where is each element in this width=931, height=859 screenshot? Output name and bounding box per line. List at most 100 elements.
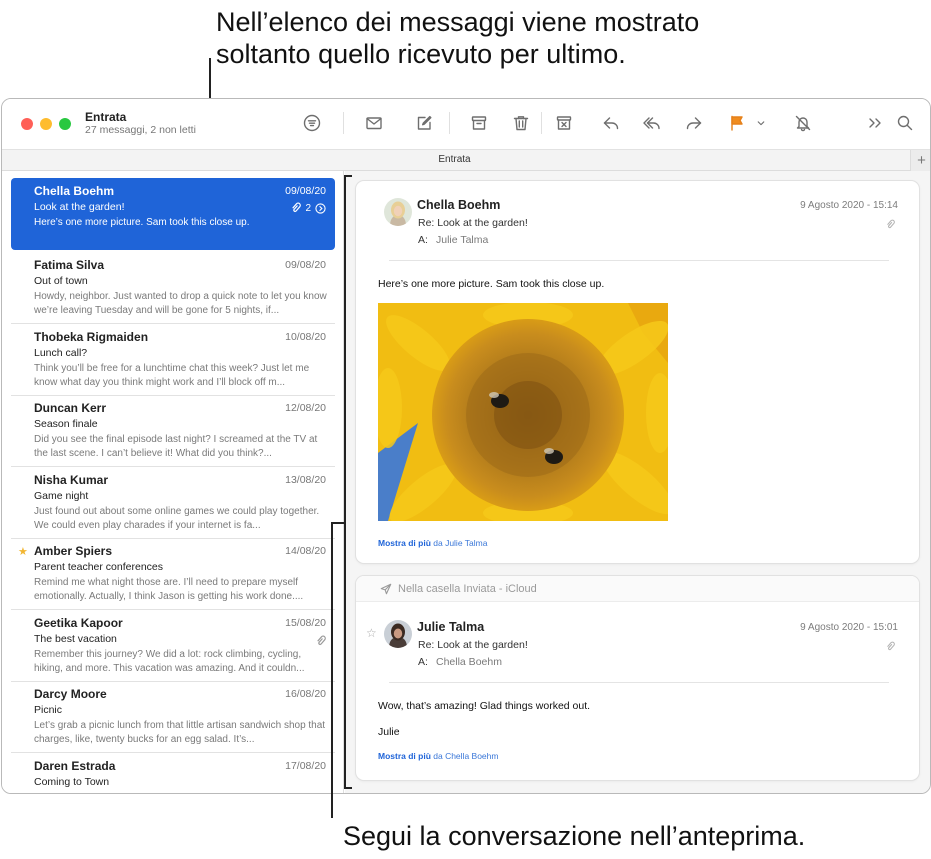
- sent-mailbox-label: Nella casella Inviata - iCloud: [398, 583, 537, 595]
- message-item-amber-spiers[interactable]: ★ Amber Spiers 14/08/20 Parent teacher c…: [11, 538, 335, 610]
- conversation-message-card[interactable]: Nella casella Inviata - iCloud ☆ Julie T…: [356, 576, 919, 780]
- callout-bracket-vertical: [344, 175, 346, 788]
- zoom-window-button[interactable]: [59, 118, 71, 130]
- message-item-chella-boehm[interactable]: Chella Boehm 09/08/20 Look at the garden…: [11, 178, 335, 250]
- junk-icon[interactable]: [552, 112, 576, 134]
- archive-icon[interactable]: [467, 112, 491, 134]
- message-sender: Duncan Kerr: [34, 401, 107, 415]
- thread-meta: 2: [291, 202, 326, 214]
- message-item-thobeka-rigmaiden[interactable]: Thobeka Rigmaiden 10/08/20 Lunch call? T…: [11, 324, 335, 396]
- conversation-sender: Julie Talma: [417, 620, 485, 634]
- show-more-bold: Mostra di più: [378, 538, 431, 548]
- mailbox-title: Entrata: [85, 110, 127, 124]
- close-window-button[interactable]: [21, 118, 33, 130]
- paperclip-icon: [316, 634, 326, 646]
- star-outline-icon[interactable]: ☆: [366, 626, 377, 640]
- trash-icon[interactable]: [509, 112, 533, 134]
- message-item-geetika-kapoor[interactable]: Geetika Kapoor 15/08/20 The best vacatio…: [11, 610, 335, 682]
- recipient-label: A:: [418, 656, 428, 668]
- mail-window: Entrata 27 messaggi, 2 non letti Entrata…: [1, 98, 931, 794]
- callout-leader-conversation: [331, 522, 333, 818]
- flag-icon[interactable]: [725, 112, 749, 134]
- paperclip-icon: [886, 639, 895, 651]
- message-preview: Did you see the final episode last night…: [34, 434, 318, 459]
- message-preview: Let’s grab a picnic lunch from that litt…: [34, 720, 326, 745]
- chevron-down-icon[interactable]: [754, 112, 768, 134]
- message-sender: Darcy Moore: [34, 687, 107, 701]
- message-date: 12/08/20: [285, 402, 326, 414]
- sunflower-photo: [378, 303, 668, 521]
- message-date: 10/08/20: [285, 331, 326, 343]
- message-date: 13/08/20: [285, 474, 326, 486]
- reply-all-icon[interactable]: [640, 112, 664, 134]
- search-icon[interactable]: [893, 112, 917, 134]
- message-item-duncan-kerr[interactable]: Duncan Kerr 12/08/20 Season finale Did y…: [11, 395, 335, 467]
- callout-conversation-caption: Segui la conversazione nell’anteprima.: [343, 821, 806, 851]
- mute-bell-icon[interactable]: [791, 112, 815, 134]
- message-preview: Howdy, neighbor. Just wanted to drop a q…: [34, 291, 327, 316]
- tab-inbox[interactable]: Entrata: [2, 154, 907, 165]
- message-subject: The best vacation: [34, 633, 117, 645]
- thread-count: 2: [305, 202, 311, 214]
- tab-bar: Entrata +: [2, 149, 930, 171]
- star-icon: ★: [18, 546, 28, 558]
- message-item-darcy-moore[interactable]: Darcy Moore 16/08/20 Picnic Let’s grab a…: [11, 681, 335, 753]
- forward-icon[interactable]: [682, 112, 706, 134]
- recipient-name[interactable]: Chella Boehm: [436, 656, 502, 668]
- message-subject: Look at the garden!: [34, 201, 125, 213]
- show-more-rest: da Julie Talma: [430, 538, 488, 548]
- thread-chevron-icon[interactable]: [315, 202, 326, 214]
- message-item-fatima-silva[interactable]: Fatima Silva 09/08/20 Out of town Howdy,…: [11, 252, 335, 324]
- message-subject: Game night: [34, 490, 89, 502]
- show-more-link[interactable]: Mostra di più da Chella Boehm: [378, 751, 498, 761]
- conversation-subject: Re: Look at the garden!: [418, 639, 528, 651]
- message-subject: Out of town: [34, 275, 88, 287]
- conversation-sender: Chella Boehm: [417, 198, 501, 212]
- recipient-name[interactable]: Julie Talma: [436, 234, 488, 246]
- show-more-bold: Mostra di più: [378, 751, 431, 761]
- message-preview: Just found out about some online games w…: [34, 506, 320, 531]
- header-divider: [389, 682, 889, 683]
- conversation-message-card[interactable]: Chella Boehm 9 Agosto 2020 - 15:14 Re: L…: [356, 181, 919, 563]
- mailbox-subtitle: 27 messaggi, 2 non letti: [85, 124, 196, 136]
- message-subject: Coming to Town: [34, 776, 110, 788]
- compose-icon[interactable]: [412, 112, 436, 134]
- message-sender: Chella Boehm: [34, 184, 115, 198]
- message-sender: Amber Spiers: [34, 544, 113, 558]
- show-more-link[interactable]: Mostra di più da Julie Talma: [378, 538, 487, 548]
- minimize-window-button[interactable]: [40, 118, 52, 130]
- message-date: 15/08/20: [285, 617, 326, 629]
- conversation-date: 9 Agosto 2020 - 15:01: [800, 622, 898, 633]
- conversation-date: 9 Agosto 2020 - 15:14: [800, 200, 898, 211]
- message-preview: Think you’ll be free for a lunchtime cha…: [34, 363, 310, 388]
- message-date: 09/08/20: [285, 185, 326, 197]
- paperclip-icon: [886, 217, 895, 229]
- paperclip-icon: [292, 202, 302, 213]
- paper-plane-icon: [380, 583, 392, 595]
- message-subject: Season finale: [34, 418, 98, 430]
- message-subject: Lunch call?: [34, 347, 88, 359]
- toolbar-separator: [449, 112, 450, 134]
- reply-icon[interactable]: [599, 112, 623, 134]
- message-date: 09/08/20: [285, 259, 326, 271]
- message-preview: Remind me what night those are. I’ll nee…: [34, 577, 304, 602]
- message-sender: Thobeka Rigmaiden: [34, 330, 149, 344]
- message-sender: Daren Estrada: [34, 759, 116, 773]
- show-more-rest: da Chella Boehm: [430, 751, 499, 761]
- message-preview: Here’s one more picture. Sam took this c…: [34, 217, 250, 228]
- new-tab-button[interactable]: +: [910, 150, 930, 171]
- toolbar: Entrata 27 messaggi, 2 non letti: [2, 99, 930, 149]
- message-list: Chella Boehm 09/08/20 Look at the garden…: [2, 171, 344, 793]
- message-item-nisha-kumar[interactable]: Nisha Kumar 13/08/20 Game night Just fou…: [11, 467, 335, 539]
- callout-list-caption: Nell’elenco dei messaggi viene mostrato …: [216, 7, 700, 69]
- more-icon[interactable]: [863, 112, 887, 134]
- toolbar-separator: [541, 112, 542, 134]
- message-sender: Fatima Silva: [34, 258, 105, 272]
- message-body-text: Here’s one more picture. Sam took this c…: [378, 278, 605, 290]
- header-divider: [389, 260, 889, 261]
- message-signature: Julie: [378, 726, 400, 738]
- envelope-icon[interactable]: [362, 112, 386, 134]
- message-sender: Geetika Kapoor: [34, 616, 123, 630]
- message-item-daren-estrada[interactable]: Daren Estrada 17/08/20 Coming to Town: [11, 753, 335, 793]
- filter-icon[interactable]: [300, 112, 324, 134]
